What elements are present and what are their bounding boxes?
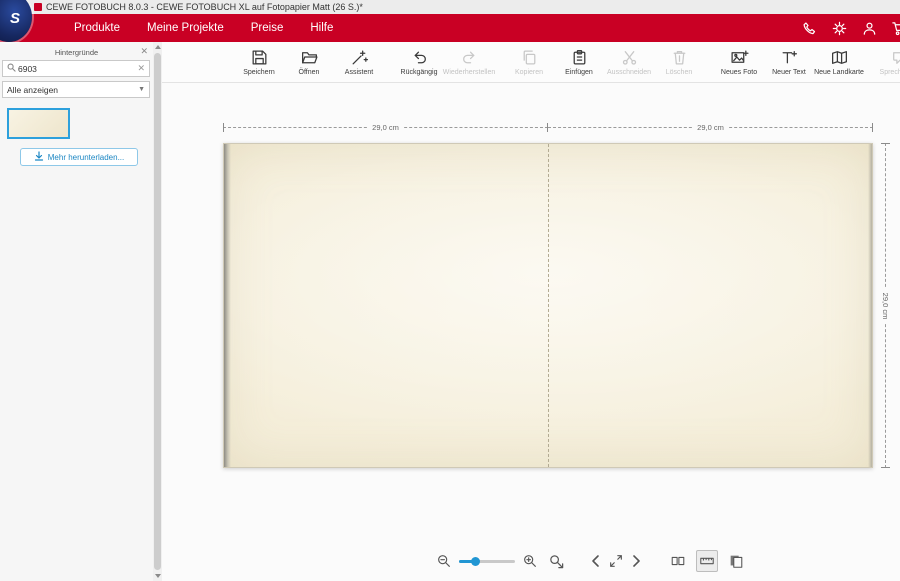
editor-canvas: 29,0 cm 29,0 cm 29,0 cm: [162, 83, 900, 581]
page-overview-icon[interactable]: [725, 550, 747, 572]
photobook-spread: [223, 143, 873, 468]
paste-icon: [570, 48, 589, 67]
chevron-down-icon: ▼: [138, 86, 145, 93]
fullscreen-icon[interactable]: [608, 553, 624, 569]
scroll-up-arrow[interactable]: [155, 45, 161, 49]
settings-gear-icon[interactable]: [831, 20, 848, 37]
copy-icon: [520, 48, 539, 67]
redo-icon: [460, 48, 479, 67]
background-filter-dropdown[interactable]: Alle anzeigen ▼: [2, 81, 150, 98]
main-menubar: Produkte Meine Projekte Preise Hilfe: [0, 14, 900, 42]
paste-button[interactable]: Einfügen: [554, 43, 604, 81]
cewe-fotobuch-window: CEWE FOTOBUCH 8.0.3 - CEWE FOTOBUCH XL a…: [0, 0, 900, 581]
search-input[interactable]: [16, 64, 137, 74]
open-label: Öffnen: [299, 69, 320, 77]
save-button[interactable]: Speichern: [234, 43, 284, 81]
new-text-button[interactable]: Neuer Text: [764, 43, 814, 81]
download-more-button[interactable]: Mehr herunterladen...: [20, 148, 138, 166]
next-page-icon[interactable]: [631, 554, 643, 568]
app-icon: [34, 3, 42, 11]
new-photo-button[interactable]: Neues Foto: [714, 43, 764, 81]
new-map-icon: [830, 48, 849, 67]
new-photo-label: Neues Foto: [721, 69, 757, 77]
background-search-box: ✕: [2, 60, 150, 77]
speech-bubble-icon: [890, 48, 900, 67]
new-text-icon: [780, 48, 799, 67]
assistant-button[interactable]: Assistent: [334, 43, 384, 81]
right-page[interactable]: [548, 144, 872, 467]
scrollbar-thumb[interactable]: [154, 53, 161, 570]
backgrounds-panel: Hintergründe ✕ ✕ Alle anzeigen ▼ Mehr he…: [0, 42, 153, 581]
page-height-label: 29,0 cm: [881, 287, 890, 324]
window-title: CEWE FOTOBUCH 8.0.3 - CEWE FOTOBUCH XL a…: [46, 2, 363, 12]
undo-label: Rückgängig: [401, 69, 438, 77]
zoom-out-icon[interactable]: [436, 553, 452, 569]
redo-label: Wiederherstellen: [443, 69, 496, 77]
phone-icon[interactable]: [801, 20, 818, 37]
download-icon: [34, 151, 44, 163]
speech-bubble-label: Sprechblase: [880, 69, 900, 77]
dimension-tick: [872, 123, 873, 132]
paste-label: Einfügen: [565, 69, 593, 77]
right-page-width-label: 29,0 cm: [692, 123, 729, 132]
left-page-width-label: 29,0 cm: [367, 123, 404, 132]
open-folder-icon: [300, 48, 319, 67]
delete-button: Löschen: [654, 43, 704, 81]
shopping-cart-icon[interactable]: [891, 20, 900, 37]
assistant-label: Assistent: [345, 69, 373, 77]
speech-bubble-button: Sprechblase: [874, 43, 900, 81]
new-map-label: Neue Landkarte: [814, 69, 864, 77]
menu-produkte[interactable]: Produkte: [74, 22, 120, 34]
trash-icon: [670, 48, 689, 67]
wand-icon: [350, 48, 369, 67]
scissors-icon: [620, 48, 639, 67]
cut-label: Ausschneiden: [607, 69, 651, 77]
previous-page-icon[interactable]: [589, 554, 601, 568]
window-titlebar: CEWE FOTOBUCH 8.0.3 - CEWE FOTOBUCH XL a…: [0, 0, 900, 14]
new-photo-icon: [730, 48, 749, 67]
clear-search-icon[interactable]: ✕: [137, 63, 145, 74]
zoom-fit-icon[interactable]: [548, 553, 565, 570]
page-width-dimension: 29,0 cm 29,0 cm: [223, 123, 873, 132]
page-height-dimension: 29,0 cm: [881, 143, 890, 468]
open-button[interactable]: Öffnen: [284, 43, 334, 81]
save-label: Speichern: [243, 69, 275, 77]
save-icon: [250, 48, 269, 67]
left-page[interactable]: [224, 144, 548, 467]
cut-button: Ausschneiden: [604, 43, 654, 81]
delete-label: Löschen: [666, 69, 692, 77]
ruler-icon[interactable]: [696, 550, 718, 572]
download-more-label: Mehr herunterladen...: [48, 153, 125, 162]
spread-view-icon[interactable]: [667, 550, 689, 572]
menu-preise[interactable]: Preise: [251, 22, 284, 34]
main-toolbar: Speichern Öffnen Assistent Rückgängig: [162, 42, 900, 83]
filter-selected-value: Alle anzeigen: [7, 85, 58, 95]
new-text-label: Neuer Text: [772, 69, 806, 77]
undo-button[interactable]: Rückgängig: [394, 43, 444, 81]
search-icon: [7, 63, 16, 74]
dimension-tick: [223, 123, 224, 132]
copy-button: Kopieren: [504, 43, 554, 81]
undo-icon: [410, 48, 429, 67]
view-controls-bar: [436, 550, 747, 572]
scroll-down-arrow[interactable]: [155, 574, 161, 578]
account-user-icon[interactable]: [861, 20, 878, 37]
close-icon[interactable]: ✕: [140, 45, 148, 58]
sidebar-scrollbar[interactable]: [153, 42, 162, 581]
zoom-in-icon[interactable]: [522, 553, 538, 569]
dimension-tick: [881, 143, 890, 144]
zoom-slider-knob[interactable]: [471, 557, 480, 566]
new-map-button[interactable]: Neue Landkarte: [814, 43, 864, 81]
backgrounds-panel-title: Hintergründe: [55, 48, 98, 57]
menu-hilfe[interactable]: Hilfe: [310, 22, 333, 34]
dimension-tick: [881, 467, 890, 468]
background-thumbnail-selected[interactable]: [7, 108, 70, 139]
menu-meine-projekte[interactable]: Meine Projekte: [147, 22, 224, 34]
copy-label: Kopieren: [515, 69, 543, 77]
redo-button: Wiederherstellen: [444, 43, 494, 81]
zoom-slider[interactable]: [459, 555, 515, 567]
